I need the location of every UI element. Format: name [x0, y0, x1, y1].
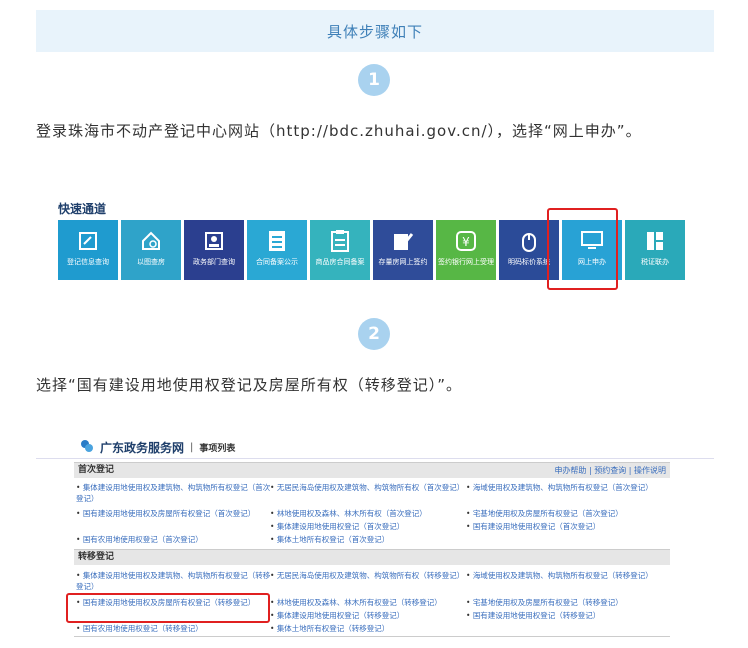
gov-divider [36, 458, 714, 459]
list-item[interactable]: • 国有农用地使用权登记（首次登记） [76, 534, 272, 545]
highlight-target-item [66, 593, 270, 623]
step-2-text: 选择“国有建设用地使用权登记及房屋所有权（转移登记）”。 [36, 376, 463, 394]
step-2-badge: 2 [358, 318, 390, 350]
tile-contract-filing[interactable]: 合同备案公示 [247, 220, 307, 280]
list-item[interactable]: • 国有建设用地使用权登记（转移登记） [466, 610, 662, 621]
step-1-badge: 1 [358, 64, 390, 96]
table-bottom-border [74, 636, 670, 637]
list-item[interactable]: • 集体建设用地使用权登记（转移登记） [270, 610, 466, 621]
list-item[interactable]: • 林地使用权及森林、林木所有权登记（转移登记） [270, 597, 466, 608]
list-item[interactable]: • 林地使用权及森林、林木所有权（首次登记） [270, 508, 466, 519]
list-item[interactable]: • 海域使用权及建筑物、构筑物所有权登记（首次登记） [466, 482, 662, 493]
list-item[interactable]: • 宅基地使用权及房屋所有权登记（转移登记） [466, 597, 662, 608]
contract-icon [329, 230, 351, 252]
gov-logo-text: 广东政务服务网 [100, 441, 185, 455]
section-first-registration: 首次登记 申办帮助 | 预约查询 | 操作说明 [74, 462, 670, 478]
list-item[interactable]: • 集体土地所有权登记（首次登记） [270, 534, 466, 545]
quick-access-title: 快速通道 [58, 202, 107, 216]
gov-separator: | [190, 442, 194, 453]
search-doc-icon [77, 230, 99, 252]
tile-commercial-contract[interactable]: 商品房合同备案 [310, 220, 370, 280]
list-doc-icon [266, 230, 288, 252]
tile-bank-online[interactable]: ¥ 签约银行网上受理 [436, 220, 496, 280]
tile-tax-cert[interactable]: 税证联办 [625, 220, 685, 280]
list-item[interactable]: • 无居民海岛使用权及建筑物、构筑物所有权（转移登记） [270, 570, 466, 581]
tile-stock-house-sign[interactable]: 存量房网上签约 [373, 220, 433, 280]
list-item[interactable]: • 集体建设用地使用权及建筑物、构筑物所有权登记（首次登记） [76, 482, 272, 504]
list-item[interactable]: • 海域使用权及建筑物、构筑物所有权登记（转移登记） [466, 570, 662, 581]
list-item[interactable]: • 集体土地所有权登记（转移登记） [270, 623, 466, 634]
mouse-icon [518, 230, 540, 252]
gov-logo-icon [80, 438, 94, 457]
tile-gov-dept-query[interactable]: 政务部门查询 [184, 220, 244, 280]
list-item[interactable]: • 无居民海岛使用权及建筑物、构筑物所有权（首次登记） [270, 482, 466, 493]
list-item[interactable]: • 国有建设用地使用权登记（首次登记） [466, 521, 662, 532]
help-links[interactable]: 申办帮助 | 预约查询 | 操作说明 [554, 463, 666, 478]
tile-map-house-search[interactable]: 以图查房 [121, 220, 181, 280]
tile-registration-query[interactable]: 登记信息查询 [58, 220, 118, 280]
svg-text:¥: ¥ [462, 235, 470, 249]
tax-icon [644, 230, 666, 252]
list-item[interactable]: • 集体建设用地使用权及建筑物、构筑物所有权登记（转移登记） [76, 570, 272, 592]
id-card-icon [203, 230, 225, 252]
section-transfer-registration: 转移登记 [74, 549, 670, 565]
list-item[interactable]: • 宅基地使用权及房屋所有权登记（首次登记） [466, 508, 662, 519]
house-search-icon [140, 230, 162, 252]
gov-subtitle: 事项列表 [199, 444, 236, 454]
highlight-online-apply [547, 208, 618, 290]
section-title: 具体步骤如下 [326, 22, 423, 41]
gov-site-header: 广东政务服务网 | 事项列表 [80, 438, 235, 457]
list-item[interactable]: • 集体建设用地使用权登记（首次登记） [270, 521, 466, 532]
step-1-text: 登录珠海市不动产登记中心网站（http://bdc.zhuhai.gov.cn/… [36, 122, 642, 140]
sign-pen-icon [392, 230, 414, 252]
list-item[interactable]: • 国有农用地使用权登记（转移登记） [76, 623, 272, 634]
section-header: 具体步骤如下 [36, 10, 714, 52]
list-item[interactable]: • 国有建设用地使用权及房屋所有权登记（首次登记） [76, 508, 272, 519]
yuan-shield-icon: ¥ [455, 230, 477, 252]
